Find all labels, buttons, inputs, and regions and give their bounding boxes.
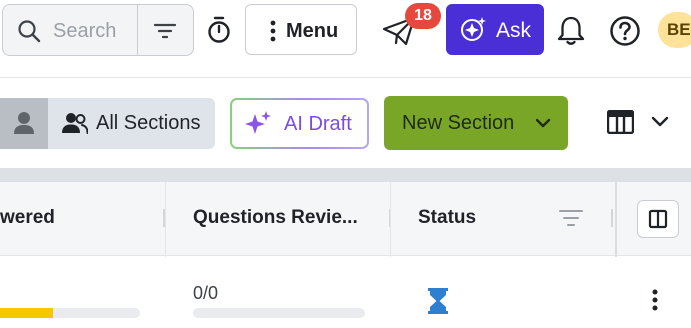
- new-section-button[interactable]: New Section: [384, 96, 568, 150]
- answered-progress-bar: [0, 308, 140, 318]
- filter-icon[interactable]: [153, 20, 177, 42]
- menu-button[interactable]: Menu: [245, 4, 357, 55]
- ai-draft-button[interactable]: AI Draft: [230, 98, 369, 149]
- filter-icon[interactable]: [559, 209, 583, 227]
- ai-draft-label: AI Draft: [284, 113, 352, 135]
- search-divider: [137, 5, 138, 55]
- ask-label: Ask: [496, 19, 532, 42]
- answered-progress-fill: [0, 308, 54, 318]
- more-vertical-icon[interactable]: [651, 288, 659, 312]
- all-sections-toggle[interactable]: All Sections: [0, 98, 215, 149]
- chevron-down-icon[interactable]: [650, 113, 670, 131]
- columns-button[interactable]: [637, 200, 679, 238]
- search-box[interactable]: Search: [2, 4, 194, 56]
- sparkle-icon: [245, 111, 271, 134]
- more-vertical-icon: [270, 20, 276, 42]
- bell-icon[interactable]: [556, 15, 586, 46]
- columns-icon: [648, 209, 668, 229]
- ask-button[interactable]: Ask: [446, 4, 544, 55]
- top-bar: Search Menu 18 Ask BE: [0, 0, 691, 78]
- avatar[interactable]: BE: [658, 12, 691, 48]
- sparkle-icon: [461, 17, 486, 41]
- person-icon: [14, 112, 34, 134]
- single-view-toggle[interactable]: [0, 98, 48, 149]
- search-input[interactable]: Search: [53, 20, 116, 43]
- menu-label: Menu: [286, 20, 339, 42]
- column-status[interactable]: Status: [418, 207, 476, 229]
- table-top-strip: [0, 168, 691, 182]
- timer-icon[interactable]: [206, 16, 232, 44]
- notification-badge: 18: [405, 3, 441, 29]
- table-layout-icon[interactable]: [607, 110, 634, 134]
- chevron-down-icon[interactable]: [534, 114, 552, 132]
- search-icon: [18, 20, 41, 43]
- reviewed-progress-bar: [193, 308, 365, 318]
- column-questions-reviewed[interactable]: Questions Revie...: [193, 207, 358, 229]
- help-icon[interactable]: [609, 15, 641, 47]
- questions-reviewed-count: 0/0: [193, 283, 219, 303]
- column-resize-handle[interactable]: [611, 209, 613, 227]
- users-icon: [62, 113, 88, 134]
- table-header: wered Questions Revie... Status: [0, 182, 691, 256]
- column-answered[interactable]: wered: [0, 207, 55, 229]
- new-section-label: New Section: [402, 112, 515, 134]
- hourglass-icon: [428, 288, 448, 314]
- all-sections-label: All Sections: [96, 112, 201, 134]
